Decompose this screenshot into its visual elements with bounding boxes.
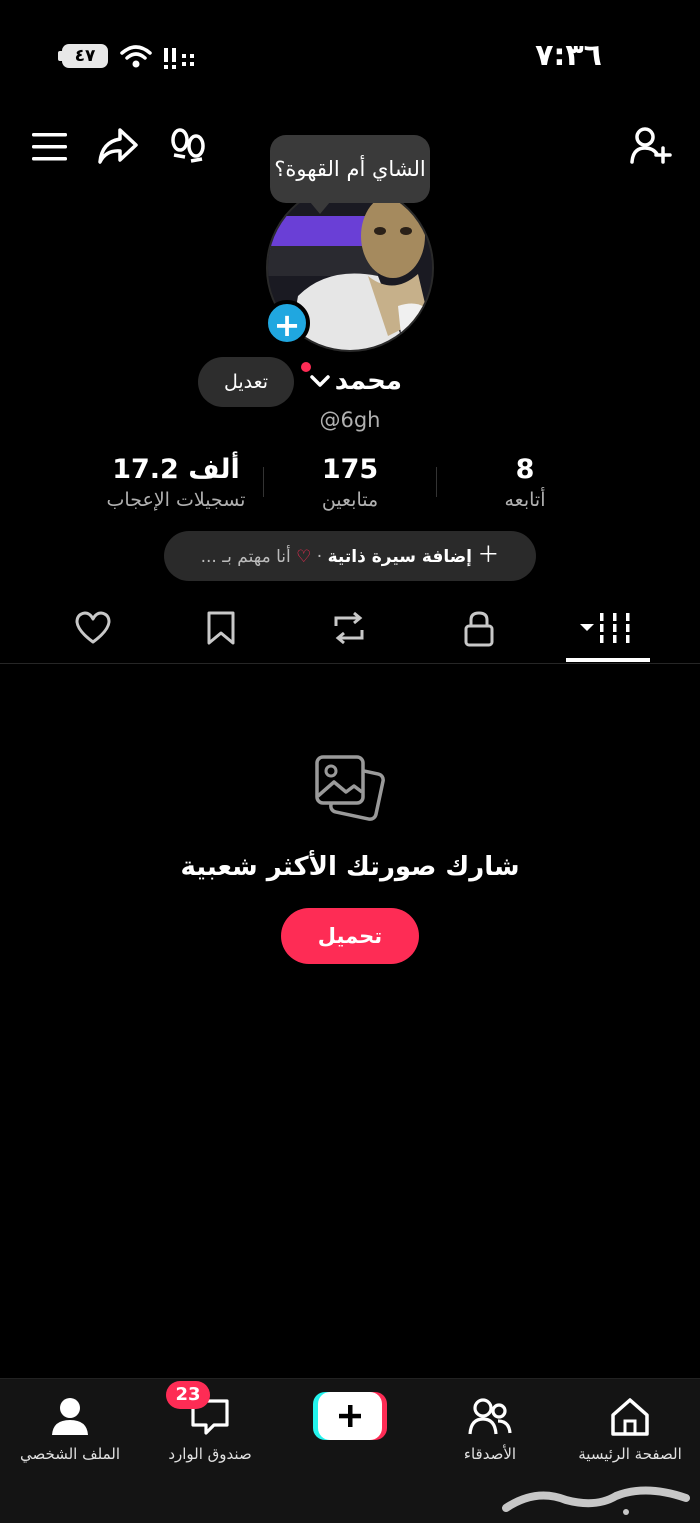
active-tab-indicator	[566, 658, 650, 662]
profile-person-icon	[52, 1398, 88, 1435]
nav-friends-label: الأصدقاء	[463, 1445, 517, 1463]
nav-inbox-label: صندوق الوارد	[168, 1445, 252, 1463]
add-bio-label: إضافة سيرة ذاتية	[327, 547, 472, 567]
add-bio-button[interactable]: ＋ إضافة سيرة ذاتية · ♡ أنا مهتم بـ ...	[164, 531, 536, 581]
tab-liked-heart-icon[interactable]	[74, 610, 112, 646]
battery-indicator: ٤٧	[62, 44, 108, 68]
notification-dot	[301, 362, 311, 372]
interest-label: أنا مهتم بـ ...	[200, 547, 291, 567]
chevron-down-icon[interactable]	[309, 374, 331, 390]
home-icon	[611, 1398, 649, 1436]
friends-icon	[468, 1398, 512, 1435]
plus-icon: ＋	[477, 543, 500, 568]
tab-favorites-bookmark-icon[interactable]	[205, 610, 237, 646]
note-bubble[interactable]: الشاي أم القهوة؟	[270, 135, 430, 203]
menu-icon[interactable]	[30, 130, 70, 164]
nav-profile[interactable]: الملف الشخصي	[0, 1397, 140, 1463]
profile-name[interactable]: محمد	[335, 366, 402, 396]
stat-label: تسجيلات الإعجاب	[106, 489, 246, 511]
wifi-icon	[120, 45, 152, 68]
tab-bar-divider	[0, 663, 700, 664]
signal-icon	[164, 48, 194, 69]
create-plus-button[interactable]	[313, 1392, 387, 1440]
nav-home-label: الصفحة الرئيسية	[578, 1445, 682, 1463]
tab-videos-grid-icon[interactable]	[578, 610, 636, 646]
note-bubble-tail	[310, 202, 330, 214]
empty-state-title: شارك صورتك الأكثر شعبية	[180, 852, 520, 882]
profile-handle: @6gh	[319, 408, 381, 432]
footprints-icon[interactable]	[168, 126, 208, 166]
nav-profile-label: الملف الشخصي	[20, 1445, 120, 1463]
status-time: ٧:٣٦	[535, 38, 602, 73]
nav-friends[interactable]: الأصدقاء	[420, 1397, 560, 1463]
bio-separator: ·	[316, 547, 323, 567]
add-friend-icon[interactable]	[630, 126, 674, 166]
nav-inbox[interactable]: صندوق الوارد	[140, 1397, 280, 1463]
upload-button[interactable]: تحميل	[281, 908, 419, 964]
edit-profile-button[interactable]: تعديل	[198, 357, 294, 407]
add-story-plus-icon[interactable]: +	[264, 300, 310, 346]
inbox-badge: 23	[166, 1381, 210, 1409]
photo-gallery-icon	[315, 755, 385, 821]
stat-value: 17.2 ألف	[112, 454, 240, 485]
tab-private-lock-icon[interactable]	[462, 610, 496, 648]
haraj-watermark-logo	[502, 1486, 690, 1515]
tab-reposts-icon[interactable]	[330, 610, 368, 646]
heart-outline-icon: ♡	[296, 547, 312, 567]
stat-likes[interactable]: 17.2 ألف تسجيلات الإعجاب	[66, 454, 286, 511]
nav-home[interactable]: الصفحة الرئيسية	[560, 1397, 700, 1463]
share-icon[interactable]	[96, 126, 140, 166]
